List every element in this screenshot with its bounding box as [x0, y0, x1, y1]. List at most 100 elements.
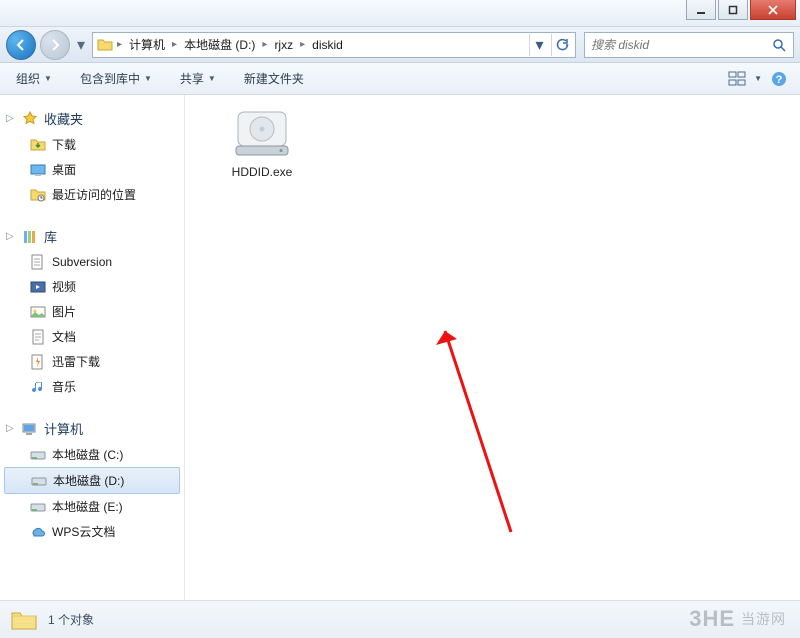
drive-icon	[30, 447, 46, 463]
libraries-group: ▷ 库 Subversion 视频 图片 文档 迅雷下载 音乐	[4, 223, 180, 399]
help-button[interactable]: ?	[768, 68, 790, 90]
organize-label: 组织	[16, 70, 40, 87]
computer-icon	[22, 421, 38, 437]
file-name-label: HDDID.exe	[209, 165, 315, 181]
computer-label: 计算机	[44, 419, 83, 438]
svn-icon	[30, 254, 46, 270]
sidebar-item-desktop[interactable]: 桌面	[4, 157, 180, 182]
desktop-icon	[30, 162, 46, 178]
share-menu[interactable]: 共享▼	[174, 67, 222, 90]
sidebar-item-downloads[interactable]: 下载	[4, 132, 180, 157]
sidebar-item-drive-d[interactable]: 本地磁盘 (D:)	[4, 467, 180, 494]
window-close-button[interactable]	[750, 0, 796, 20]
libraries-label: 库	[44, 227, 57, 246]
download-icon	[30, 137, 46, 153]
hdd-icon	[230, 107, 294, 159]
sidebar-item-label: 音乐	[52, 378, 76, 395]
nav-history-dropdown[interactable]: ▾	[74, 30, 88, 60]
window-minimize-button[interactable]	[686, 0, 716, 20]
music-icon	[30, 379, 46, 395]
newfolder-label: 新建文件夹	[244, 70, 304, 87]
breadcrumb-segment[interactable]: rjxz	[271, 36, 296, 54]
sidebar-item-label: 最近访问的位置	[52, 186, 136, 203]
favorites-header[interactable]: ▷ 收藏夹	[4, 105, 180, 132]
refresh-button[interactable]	[551, 34, 571, 56]
navigation-bar: ▾ ▸ 计算机 ▸ 本地磁盘 (D:) ▸ rjxz ▸ diskid ▾	[0, 27, 800, 63]
folder-icon	[97, 37, 113, 53]
command-toolbar: 组织▼ 包含到库中▼ 共享▼ 新建文件夹 ▼ ?	[0, 63, 800, 95]
watermark-logo: 3HE	[689, 606, 735, 632]
chevron-right-icon: ▸	[262, 39, 267, 50]
sidebar-item-thunder[interactable]: 迅雷下载	[4, 349, 180, 374]
sidebar-item-label: 图片	[52, 303, 76, 320]
address-dropdown-button[interactable]: ▾	[529, 34, 549, 56]
star-icon	[22, 111, 38, 127]
file-list-pane[interactable]: HDDID.exe	[185, 95, 800, 600]
nav-forward-button[interactable]	[40, 30, 70, 60]
cloud-icon	[30, 524, 46, 540]
sidebar-item-label: 本地磁盘 (D:)	[53, 472, 124, 489]
sidebar-item-label: 桌面	[52, 161, 76, 178]
breadcrumb-segment[interactable]: 计算机	[126, 34, 168, 55]
main-area: ▷ 收藏夹 下载 桌面 最近访问的位置 ▷ 库 Subversion 视频 图片…	[0, 95, 800, 600]
organize-menu[interactable]: 组织▼	[10, 67, 58, 90]
sidebar-item-subversion[interactable]: Subversion	[4, 250, 180, 274]
annotation-arrow	[433, 317, 523, 537]
share-label: 共享	[180, 70, 204, 87]
sidebar-item-label: Subversion	[52, 255, 112, 269]
video-icon	[30, 279, 46, 295]
new-folder-button[interactable]: 新建文件夹	[238, 67, 310, 90]
pictures-icon	[30, 304, 46, 320]
search-icon[interactable]	[771, 37, 787, 53]
chevron-right-icon: ▸	[172, 39, 177, 50]
sidebar-item-pictures[interactable]: 图片	[4, 299, 180, 324]
sidebar-item-videos[interactable]: 视频	[4, 274, 180, 299]
chevron-right-icon: ▸	[300, 39, 305, 50]
recent-icon	[30, 187, 46, 203]
nav-back-button[interactable]	[6, 30, 36, 60]
expand-icon: ▷	[6, 231, 16, 242]
thunder-icon	[30, 354, 46, 370]
favorites-group: ▷ 收藏夹 下载 桌面 最近访问的位置	[4, 105, 180, 207]
include-in-library-menu[interactable]: 包含到库中▼	[74, 67, 158, 90]
sidebar-item-label: 文档	[52, 328, 76, 345]
sidebar-item-drive-e[interactable]: 本地磁盘 (E:)	[4, 494, 180, 519]
sidebar-item-wps-cloud[interactable]: WPS云文档	[4, 519, 180, 544]
navigation-pane[interactable]: ▷ 收藏夹 下载 桌面 最近访问的位置 ▷ 库 Subversion 视频 图片…	[0, 95, 185, 600]
sidebar-item-label: WPS云文档	[52, 523, 115, 540]
sidebar-item-music[interactable]: 音乐	[4, 374, 180, 399]
sidebar-item-recent[interactable]: 最近访问的位置	[4, 182, 180, 207]
status-text: 1 个对象	[48, 611, 94, 628]
search-box[interactable]	[584, 32, 794, 58]
favorites-label: 收藏夹	[44, 109, 83, 128]
libraries-header[interactable]: ▷ 库	[4, 223, 180, 250]
address-bar[interactable]: ▸ 计算机 ▸ 本地磁盘 (D:) ▸ rjxz ▸ diskid ▾	[92, 32, 576, 58]
folder-icon	[10, 606, 38, 634]
view-dropdown[interactable]: ▼	[754, 74, 762, 83]
include-label: 包含到库中	[80, 70, 140, 87]
expand-icon: ▷	[6, 423, 16, 434]
search-input[interactable]	[591, 38, 771, 52]
file-item[interactable]: HDDID.exe	[209, 107, 315, 181]
sidebar-item-label: 视频	[52, 278, 76, 295]
breadcrumb-segment[interactable]: 本地磁盘 (D:)	[181, 34, 258, 55]
computer-group: ▷ 计算机 本地磁盘 (C:) 本地磁盘 (D:) 本地磁盘 (E:) WPS云…	[4, 415, 180, 544]
watermark-text: 当游网	[741, 609, 786, 629]
sidebar-item-label: 本地磁盘 (E:)	[52, 498, 123, 515]
breadcrumb-segment[interactable]: diskid	[309, 36, 346, 54]
sidebar-item-label: 下载	[52, 136, 76, 153]
view-options-button[interactable]	[726, 68, 748, 90]
sidebar-item-drive-c[interactable]: 本地磁盘 (C:)	[4, 442, 180, 467]
sidebar-item-label: 本地磁盘 (C:)	[52, 446, 123, 463]
drive-icon	[30, 499, 46, 515]
computer-header[interactable]: ▷ 计算机	[4, 415, 180, 442]
sidebar-item-label: 迅雷下载	[52, 353, 100, 370]
window-maximize-button[interactable]	[718, 0, 748, 20]
status-bar: 1 个对象	[0, 600, 800, 638]
window-titlebar	[0, 0, 800, 27]
documents-icon	[30, 329, 46, 345]
sidebar-item-documents[interactable]: 文档	[4, 324, 180, 349]
expand-icon: ▷	[6, 113, 16, 124]
svg-text:?: ?	[776, 74, 783, 86]
library-icon	[22, 229, 38, 245]
